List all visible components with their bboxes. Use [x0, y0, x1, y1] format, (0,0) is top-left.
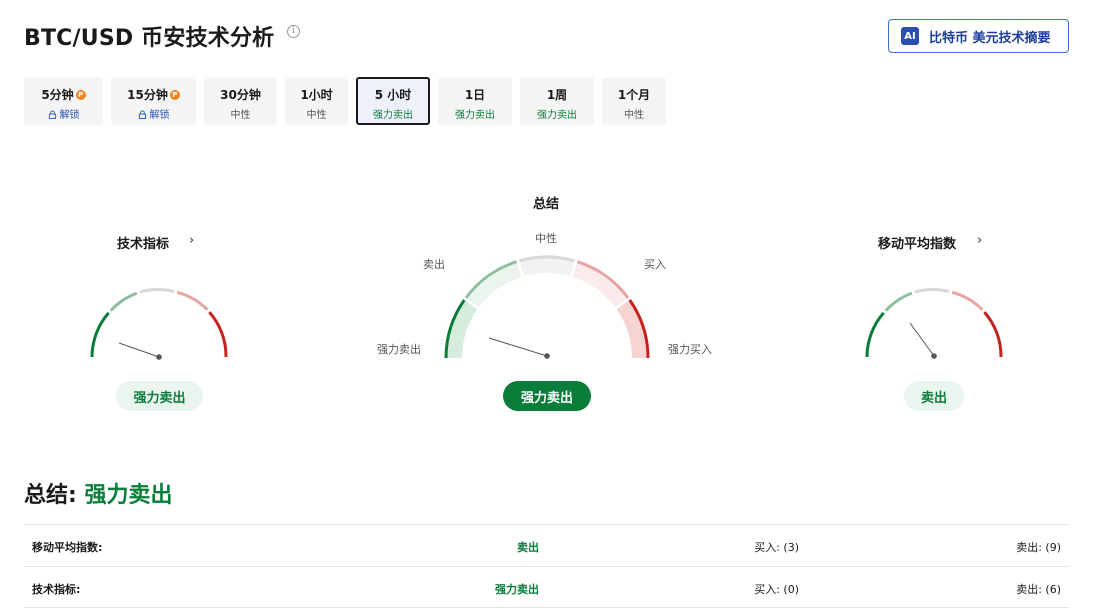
gauge-band-sell	[466, 261, 522, 308]
gauge-segment-strong-sell	[865, 311, 885, 358]
moving-averages-result-badge: 卖出	[904, 381, 964, 411]
gauge-segment-strong-buy	[983, 311, 1003, 358]
tab-label: 1小时	[300, 88, 333, 102]
unlock-label: 解锁	[59, 110, 80, 121]
gauge-segment-sell	[109, 291, 138, 312]
tab-1month[interactable]: 1个月 中性	[602, 77, 666, 125]
technical-result-badge: 强力卖出	[116, 381, 203, 411]
moving-averages-gauge-title[interactable]: 移动平均指数	[878, 233, 956, 252]
tab-15min[interactable]: 15分钟 P 解锁	[111, 77, 196, 125]
tab-label: 1日	[464, 88, 486, 102]
row-sell-count: 卖出: (9)	[1016, 541, 1061, 554]
unlock-label: 解锁	[149, 110, 170, 121]
tab-signal: 中性	[624, 110, 644, 121]
gauge-segment-buy	[176, 290, 209, 311]
chevron-right-icon[interactable]: ›	[977, 233, 982, 248]
tab-signal: 中性	[306, 110, 327, 121]
technical-gauge	[90, 288, 228, 360]
tab-1day[interactable]: 1日 强力卖出	[438, 77, 512, 125]
lock-icon	[138, 110, 146, 119]
ai-summary-label: 比特币 美元技术摘要	[929, 30, 1051, 46]
lock-icon	[48, 110, 56, 119]
gauge-needle	[488, 337, 548, 357]
row-buy-count: 买入: (3)	[754, 541, 799, 554]
gauge-label-strong-buy: 强力买入	[668, 343, 712, 356]
table-row: 移动平均指数: 卖出 买入: (3) 卖出: (9)	[24, 524, 1069, 566]
summary-heading-label: 总结:	[24, 483, 77, 508]
summary-gauge-title: 总结	[533, 197, 560, 212]
tab-signal: 强力卖出	[537, 110, 577, 121]
row-name: 移动平均指数:	[32, 541, 103, 554]
row-signal: 强力卖出	[495, 583, 539, 596]
gauge-segment-strong-buy	[208, 311, 228, 358]
gauge-needle	[118, 342, 160, 358]
info-icon[interactable]: i	[287, 25, 300, 38]
gauge-segment-neutral	[914, 288, 950, 294]
tab-label: 30分钟	[220, 88, 261, 102]
gauge-segment-neutral	[139, 288, 175, 294]
chevron-right-icon[interactable]: ›	[189, 233, 194, 248]
tab-label: 15分钟	[127, 88, 168, 102]
page-title: BTC/USD 币安技术分析	[24, 26, 275, 51]
table-row: 技术指标: 强力卖出 买入: (0) 卖出: (6)	[24, 566, 1069, 608]
row-sell-count: 卖出: (6)	[1016, 583, 1061, 596]
gauge-label-neutral: 中性	[535, 232, 557, 245]
gauge-segment-strong-sell	[90, 311, 110, 358]
tab-5hour[interactable]: 5 小时 强力卖出	[356, 77, 430, 125]
pro-icon: P	[169, 90, 180, 100]
summary-gauge	[444, 255, 650, 359]
gauge-label-strong-sell: 强力卖出	[377, 343, 421, 356]
row-name: 技术指标:	[32, 583, 81, 596]
gauge-pivot	[931, 353, 937, 359]
tab-1hour[interactable]: 1小时 中性	[285, 77, 348, 125]
gauge-needle	[909, 322, 935, 357]
tab-label: 1个月	[617, 88, 651, 102]
summary-heading-value: 强力卖出	[84, 483, 173, 508]
gauge-segment-sell	[884, 291, 913, 312]
gauge-pivot	[544, 353, 550, 359]
row-buy-count: 买入: (0)	[754, 583, 799, 596]
tab-signal: 强力卖出	[373, 110, 413, 121]
moving-averages-gauge	[865, 288, 1003, 359]
summary-table: 移动平均指数: 卖出 买入: (3) 卖出: (9) 技术指标: 强力卖出 买入…	[24, 524, 1069, 608]
tab-label: 5 小时	[374, 88, 412, 102]
gauge-band-buy	[572, 261, 628, 308]
tab-signal: 强力卖出	[455, 110, 495, 121]
technical-gauge-title[interactable]: 技术指标	[117, 233, 169, 252]
tab-label: 5分钟	[41, 88, 74, 102]
tab-signal: 中性	[230, 110, 251, 121]
gauge-pivot	[156, 354, 162, 360]
tab-label: 1周	[546, 88, 568, 102]
tab-1week[interactable]: 1周 强力卖出	[520, 77, 594, 125]
summary-result-badge: 强力卖出	[503, 381, 591, 411]
pro-icon: P	[75, 90, 86, 100]
row-signal: 卖出	[517, 541, 539, 554]
tab-5min[interactable]: 5分钟 P 解锁	[24, 77, 103, 125]
tab-30min[interactable]: 30分钟 中性	[204, 77, 277, 125]
gauge-segment-buy	[951, 290, 984, 311]
ai-icon: AI	[901, 27, 919, 45]
summary-heading: 总结: 强力卖出	[24, 477, 173, 509]
ai-summary-button[interactable]: AI 比特币 美元技术摘要	[888, 19, 1069, 53]
